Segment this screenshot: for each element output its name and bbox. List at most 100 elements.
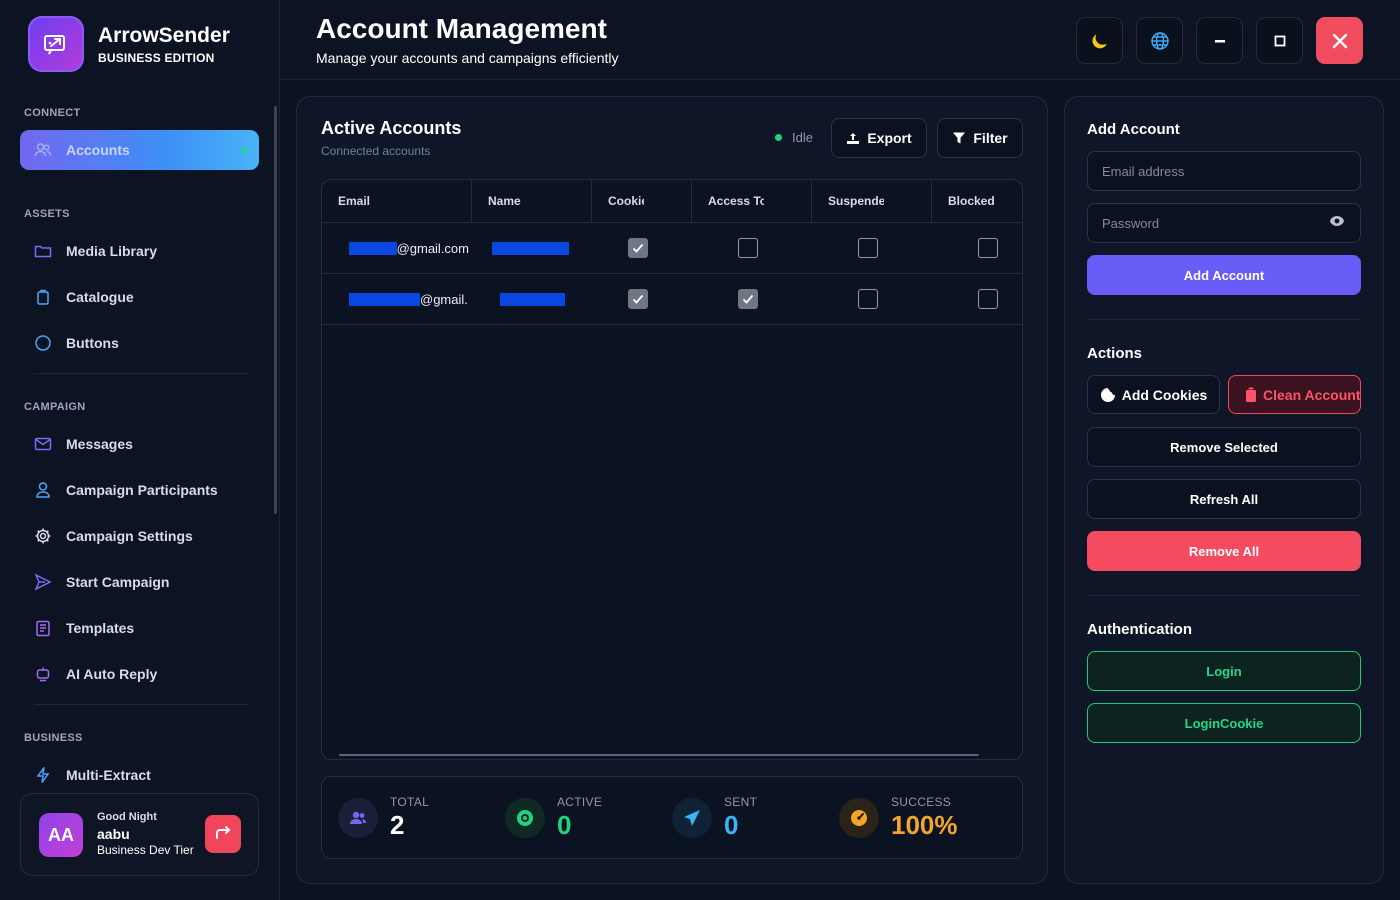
- checkbox-cookies[interactable]: [628, 238, 648, 258]
- checkbox-access-token[interactable]: [738, 238, 758, 258]
- gauge-icon: [839, 798, 879, 838]
- stat-sent: SENT 0: [656, 777, 823, 860]
- sidebar-item-media-library[interactable]: Media Library: [20, 231, 259, 271]
- cell-email: @gmail.: [349, 274, 469, 325]
- password-field[interactable]: [1087, 203, 1361, 243]
- sidebar-item-buttons[interactable]: Buttons: [20, 323, 259, 363]
- filter-icon: [952, 131, 966, 145]
- sidebar-item-multi-extract[interactable]: Multi-Extract: [20, 755, 259, 795]
- checkbox-suspended[interactable]: [858, 238, 878, 258]
- refresh-all-button[interactable]: Refresh All: [1087, 479, 1361, 519]
- section-label-business: BUSINESS: [24, 732, 83, 744]
- stat-value: 2: [390, 810, 405, 840]
- email-field[interactable]: [1087, 151, 1361, 191]
- checkbox-blocked[interactable]: [978, 289, 998, 309]
- stat-total: TOTAL 2: [322, 777, 489, 860]
- column-header-cookies[interactable]: Cookies: [592, 180, 692, 223]
- close-icon: [1332, 33, 1347, 48]
- stat-label: ACTIVE: [557, 795, 603, 809]
- maximize-button[interactable]: [1256, 17, 1303, 64]
- add-cookies-button[interactable]: Add Cookies: [1087, 375, 1220, 414]
- checkbox-suspended[interactable]: [858, 289, 878, 309]
- stats-bar: TOTAL 2 ACTIVE 0 SENT 0 SUCCESS 100%: [321, 776, 1023, 859]
- email-suffix: @gmail.: [420, 292, 468, 307]
- lightning-icon: [34, 766, 52, 784]
- checkbox-blocked[interactable]: [978, 238, 998, 258]
- filter-label: Filter: [973, 130, 1008, 146]
- accounts-table: Email Name Cookies Access Token Suspende…: [321, 179, 1023, 760]
- target-icon: [505, 798, 545, 838]
- minimize-button[interactable]: [1196, 17, 1243, 64]
- sidebar-item-accounts[interactable]: Accounts: [20, 130, 259, 170]
- sidebar-item-label: Media Library: [66, 243, 158, 259]
- sidebar-item-label: Start Campaign: [66, 574, 170, 590]
- cookie-icon: [1100, 387, 1116, 403]
- sidebar-item-messages[interactable]: Messages: [20, 424, 259, 464]
- page-title: Account Management: [316, 13, 607, 44]
- checkbox-access-token[interactable]: [738, 289, 758, 309]
- theme-toggle-button[interactable]: [1076, 17, 1123, 64]
- clean-account-label: Clean Account: [1263, 386, 1361, 403]
- logout-icon: [216, 826, 231, 839]
- page-subtitle: Manage your accounts and campaigns effic…: [316, 50, 619, 66]
- language-button[interactable]: [1136, 17, 1183, 64]
- logout-button[interactable]: [205, 815, 241, 853]
- stat-value: 0: [724, 810, 739, 840]
- status-indicator: Idle: [775, 130, 813, 145]
- table-row[interactable]: @gmail.: [322, 274, 1022, 325]
- sidebar-item-label: Accounts: [66, 142, 130, 158]
- user-card: AA Good Night aabu Business Dev Tier: [20, 793, 259, 876]
- column-header-access-token[interactable]: Access Token: [692, 180, 812, 223]
- add-account-button[interactable]: Add Account: [1087, 255, 1361, 295]
- globe-icon: [1150, 31, 1169, 50]
- sidebar-item-campaign-participants[interactable]: Campaign Participants: [20, 470, 259, 510]
- avatar: AA: [39, 813, 83, 857]
- sidebar-scrollbar[interactable]: [274, 106, 277, 514]
- column-header-email[interactable]: Email: [322, 180, 472, 223]
- add-account-title: Add Account: [1087, 121, 1180, 138]
- column-header-blocked[interactable]: Blocked: [932, 180, 1022, 223]
- brand: ArrowSender BUSINESS EDITION: [28, 16, 230, 72]
- redacted-block: [349, 242, 397, 255]
- checkbox-cookies[interactable]: [628, 289, 648, 309]
- table-horizontal-scrollbar[interactable]: [339, 754, 979, 756]
- active-indicator: [242, 148, 247, 153]
- close-button[interactable]: [1316, 17, 1363, 64]
- sidebar-item-campaign-settings[interactable]: Campaign Settings: [20, 516, 259, 556]
- sidebar-item-label: Campaign Settings: [66, 528, 193, 544]
- clean-account-button[interactable]: Clean Account: [1228, 375, 1361, 414]
- stat-label: TOTAL: [390, 795, 430, 809]
- email-suffix: @gmail.com: [396, 241, 469, 256]
- sidebar-item-templates[interactable]: Templates: [20, 608, 259, 648]
- user-name: aabu: [97, 826, 130, 842]
- check-icon: [632, 294, 644, 304]
- check-icon: [632, 243, 644, 253]
- sidebar-item-catalogue[interactable]: Catalogue: [20, 277, 259, 317]
- remove-all-button[interactable]: Remove All: [1087, 531, 1361, 571]
- status-text: Idle: [792, 130, 813, 145]
- eye-icon[interactable]: [1329, 215, 1345, 227]
- export-button[interactable]: Export: [831, 118, 927, 158]
- moon-icon: [1092, 33, 1107, 48]
- users-icon: [338, 798, 378, 838]
- login-button[interactable]: Login: [1087, 651, 1361, 691]
- section-label-connect: CONNECT: [24, 107, 81, 119]
- mail-icon: [34, 435, 52, 453]
- login-cookie-button[interactable]: LoginCookie: [1087, 703, 1361, 743]
- card-title: Active Accounts: [321, 118, 462, 138]
- redacted-block: [500, 293, 565, 306]
- sidebar-item-start-campaign[interactable]: Start Campaign: [20, 562, 259, 602]
- column-header-name[interactable]: Name: [472, 180, 592, 223]
- gear-icon: [34, 527, 52, 545]
- column-header-access-token-label: Access Token: [708, 194, 764, 208]
- filter-button[interactable]: Filter: [937, 118, 1023, 158]
- header: Account Management Manage your accounts …: [280, 0, 1400, 80]
- remove-selected-button[interactable]: Remove Selected: [1087, 427, 1361, 467]
- redacted-block: [349, 293, 420, 306]
- sidebar-item-ai-auto-reply[interactable]: AI Auto Reply: [20, 654, 259, 694]
- user-tier: Business Dev Tier: [97, 843, 194, 857]
- table-row[interactable]: @gmail.com: [322, 223, 1022, 274]
- bag-icon: [34, 288, 52, 306]
- user-icon: [34, 481, 52, 499]
- column-header-suspended[interactable]: Suspended: [812, 180, 932, 223]
